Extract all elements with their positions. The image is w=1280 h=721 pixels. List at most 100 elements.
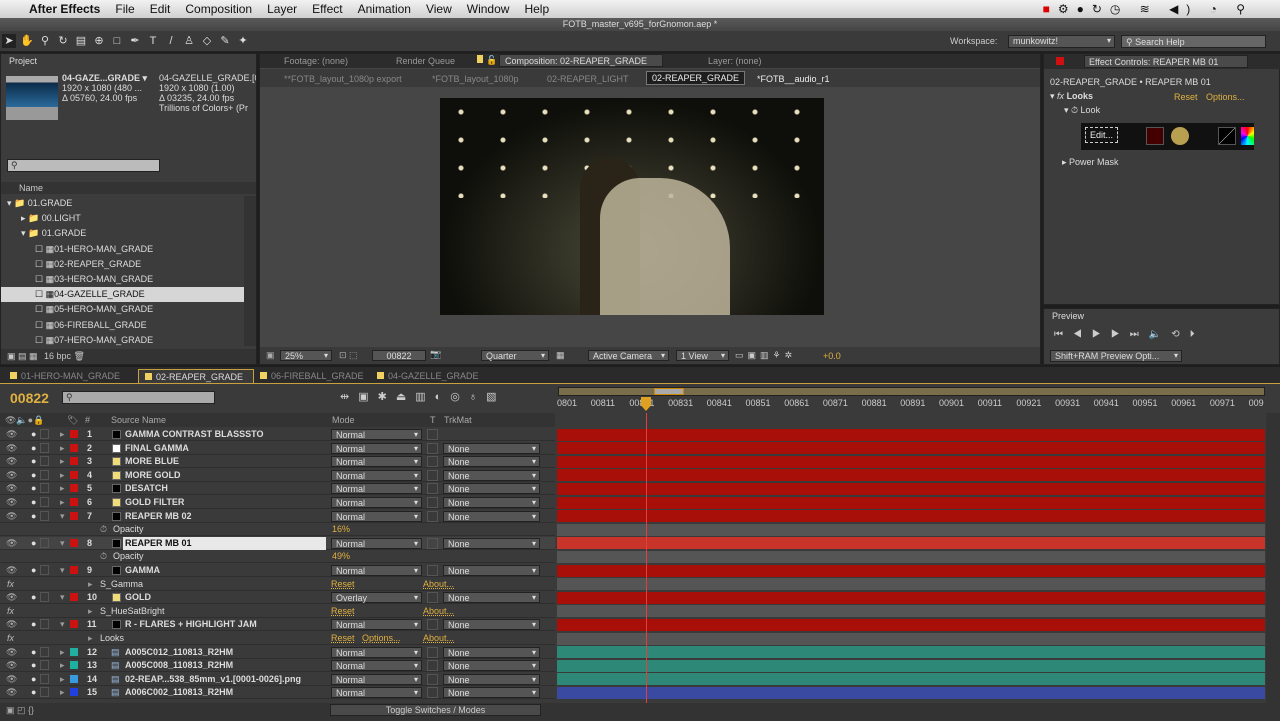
snapshot-icon[interactable]: 📷 — [430, 349, 441, 360]
preserve-transparency-checkbox[interactable] — [427, 429, 438, 440]
expand-right-icon[interactable]: ▸ — [60, 442, 65, 455]
breadcrumb-2[interactable]: *FOTB_layout_1080p — [432, 74, 519, 84]
selection-tool-icon[interactable]: ➤ — [2, 34, 16, 48]
project-item[interactable]: ☐ ▦07-HERO-MAN_GRADE — [1, 333, 244, 348]
layer-name[interactable]: REAPER MB 01 — [123, 536, 326, 550]
playback-controls[interactable]: ⏮◀▶▶⏭🔈⟲⏵ — [1054, 329, 1205, 340]
timeline-timecode[interactable]: 00822 — [10, 390, 49, 406]
preserve-transparency-checkbox[interactable] — [427, 660, 438, 672]
roto-tool-icon[interactable]: ✎ — [218, 34, 232, 48]
expand-down-icon[interactable]: ▾ — [60, 618, 65, 631]
blend-mode-dropdown[interactable]: Normal — [331, 429, 422, 440]
safe-margins-icon[interactable]: ⊡ ⬚ — [339, 350, 358, 361]
layer-name[interactable]: MORE BLUE — [125, 455, 179, 468]
camera-dropdown[interactable]: Active Camera — [588, 350, 669, 361]
blend-mode-dropdown[interactable]: Normal — [331, 660, 422, 672]
composition-frame[interactable] — [440, 98, 824, 315]
column-name-header[interactable]: Name — [1, 182, 256, 194]
solo-dot[interactable]: ● — [31, 469, 36, 482]
effect-reset-link[interactable]: Reset — [331, 578, 355, 591]
search-help-input[interactable]: ⚲ Search Help — [1121, 35, 1266, 48]
expand-right-icon[interactable]: ▸ — [60, 673, 65, 686]
expand-right-icon[interactable]: ▸ — [60, 482, 65, 495]
layer-duration-bar[interactable] — [557, 537, 1265, 550]
menu-animation[interactable]: Animation — [358, 2, 411, 16]
solo-dot[interactable]: ● — [31, 591, 36, 604]
menu-effect[interactable]: Effect — [312, 2, 342, 16]
track-matte-dropdown[interactable]: None — [443, 673, 540, 685]
solo-dot[interactable]: ● — [31, 673, 36, 686]
layer-row[interactable]: 👁 ● ▾ 7 REAPER MB 02 Normal None — [0, 510, 555, 523]
timeline-tab[interactable]: 02-REAPER_GRADE — [138, 369, 255, 383]
visibility-eye-icon[interactable]: 👁 — [6, 469, 17, 482]
blend-mode-dropdown[interactable]: Normal — [331, 510, 422, 522]
layer-duration-bar[interactable] — [557, 482, 1265, 495]
visibility-eye-icon[interactable]: 👁 — [6, 591, 17, 604]
lock-switch[interactable] — [40, 619, 49, 630]
rectangle-tool-icon[interactable]: □ — [110, 34, 124, 48]
blend-mode-dropdown[interactable]: Normal — [331, 673, 422, 685]
track-matte-dropdown[interactable]: None — [443, 456, 540, 468]
track-matte-dropdown[interactable]: None — [443, 660, 540, 672]
menu-layer[interactable]: Layer — [267, 2, 297, 16]
project-search-input[interactable]: ⚲ — [7, 159, 160, 172]
breadcrumb-current[interactable]: 02-REAPER_GRADE — [646, 71, 746, 85]
navigator-handle[interactable] — [654, 388, 684, 395]
timeline-bottom-icons[interactable]: ▣ ◰ {} — [6, 705, 34, 716]
preserve-transparency-checkbox[interactable] — [427, 565, 438, 576]
project-item[interactable]: ☐ ▦03-HERO-MAN_GRADE — [1, 272, 244, 287]
label-color[interactable] — [70, 498, 78, 506]
effect-row[interactable]: fx ▸ S_HueSatBright Reset About... — [0, 605, 555, 618]
label-color[interactable] — [70, 566, 78, 574]
solo-dot[interactable]: ● — [31, 646, 36, 659]
property-row[interactable]: ⏱ Opacity 49% — [0, 550, 555, 564]
looks-effect-row[interactable]: ▾ fx Looks — [1050, 91, 1093, 102]
lock-icon[interactable]: 🔓 — [486, 55, 497, 66]
project-item[interactable]: ☐ ▦05-HERO-MAN_GRADE — [1, 302, 244, 317]
expand-right-icon[interactable]: ▸ — [60, 496, 65, 509]
blend-mode-dropdown[interactable]: Normal — [331, 646, 422, 658]
preserve-transparency-checkbox[interactable] — [427, 456, 438, 468]
lock-switch[interactable] — [40, 646, 49, 657]
effect-track[interactable] — [557, 578, 1265, 591]
visibility-eye-icon[interactable]: 👁 — [6, 496, 17, 509]
property-track[interactable] — [557, 523, 1265, 536]
layer-row[interactable]: 👁 ● ▸ 6 GOLD FILTER Normal None — [0, 496, 555, 509]
property-value[interactable]: 49% — [332, 550, 350, 563]
timeline-tab[interactable]: 04-GAZELLE_GRADE — [371, 369, 489, 383]
label-color[interactable] — [70, 661, 78, 670]
track-matte-dropdown[interactable]: None — [443, 592, 540, 604]
blend-mode-dropdown[interactable]: Normal — [331, 565, 422, 576]
layer-name[interactable]: GOLD FILTER — [125, 496, 184, 509]
transparency-grid-icon[interactable]: ▦ — [556, 350, 565, 361]
layer-row[interactable]: 👁 ● ▸ 13 ▤ A005C008_110813_R2HM Normal N… — [0, 659, 555, 673]
blend-mode-dropdown[interactable]: Normal — [331, 456, 422, 468]
stopwatch-icon[interactable]: ⏱ — [100, 523, 107, 536]
brush-tool-icon[interactable]: / — [164, 34, 178, 48]
puppet-tool-icon[interactable]: ✦ — [236, 34, 250, 48]
timeline-tab[interactable]: 06-FIREBALL_GRADE — [254, 369, 374, 383]
solo-dot[interactable]: ● — [31, 510, 36, 523]
lock-switch[interactable] — [40, 469, 49, 480]
blend-mode-dropdown[interactable]: Normal — [331, 687, 422, 699]
preserve-transparency-checkbox[interactable] — [427, 483, 438, 495]
layer-name[interactable]: GAMMA CONTRAST BLASSSTO — [125, 428, 264, 441]
visibility-eye-icon[interactable]: 👁 — [6, 673, 17, 686]
exposure-value[interactable]: +0.0 — [823, 351, 841, 361]
layer-duration-bar[interactable] — [557, 646, 1265, 659]
bit-depth[interactable]: 16 bpc — [44, 351, 71, 361]
track-matte-dropdown[interactable]: None — [443, 687, 540, 699]
layer-row[interactable]: 👁 ● ▸ 14 ▤ 02-REAP...538_85mm_v1.[0001-0… — [0, 673, 555, 686]
look-property[interactable]: ▾ ⏱ Look — [1064, 105, 1100, 116]
lock-switch[interactable] — [40, 483, 49, 494]
layer-name[interactable]: A005C008_110813_R2HM — [125, 659, 233, 672]
layer-duration-bar[interactable] — [557, 591, 1265, 604]
workspace-dropdown[interactable]: munkowitz! — [1008, 35, 1115, 48]
label-color[interactable] — [70, 470, 78, 479]
track-matte-dropdown[interactable]: None — [443, 537, 540, 549]
menu-window[interactable]: Window — [467, 2, 510, 16]
layer-duration-bar[interactable] — [557, 564, 1265, 577]
visibility-eye-icon[interactable]: 👁 — [6, 482, 17, 495]
label-color[interactable] — [70, 538, 78, 547]
layer-row[interactable]: 👁 ● ▸ 3 MORE BLUE Normal None — [0, 455, 555, 469]
